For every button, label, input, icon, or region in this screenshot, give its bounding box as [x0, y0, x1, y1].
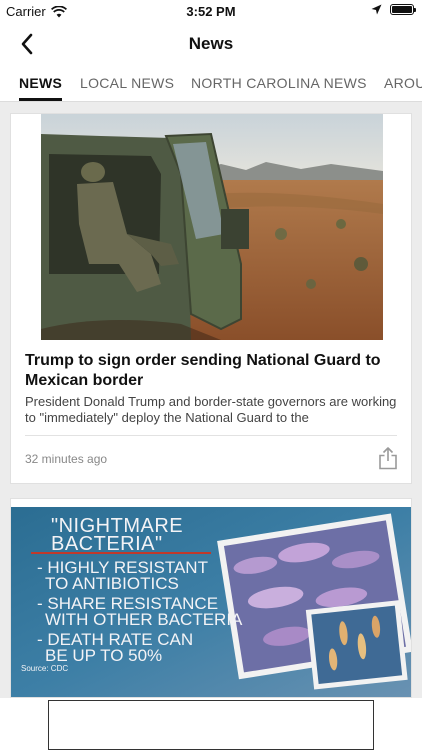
- ad-area: [0, 698, 422, 750]
- graphic-source: Source: CDC: [21, 664, 69, 673]
- graphic-item-3-line-2: BE UP TO 50%: [45, 646, 163, 665]
- graphic-item-1-line-2: TO ANTIBIOTICS: [45, 574, 179, 593]
- article-timestamp: 32 minutes ago: [25, 452, 108, 466]
- page-title: News: [188, 34, 234, 53]
- category-tab-bar: NEWS LOCAL NEWS NORTH CAROLINA NEWS AROU: [0, 66, 422, 102]
- graphic-item-2-line-2: WITH OTHER BACTERIA: [45, 610, 243, 629]
- tab-news[interactable]: NEWS: [19, 75, 62, 91]
- article-headline[interactable]: Trump to sign order sending National Gua…: [25, 351, 401, 391]
- status-time: 3:52 PM: [186, 4, 236, 19]
- article-summary: President Donald Trump and border-state …: [25, 394, 397, 425]
- card-divider: [25, 435, 397, 436]
- ad-banner[interactable]: [48, 700, 374, 750]
- active-tab-indicator: [19, 98, 62, 101]
- location-arrow-icon: [371, 4, 382, 15]
- navigation-bar: News: [0, 22, 422, 66]
- status-right: [371, 4, 416, 15]
- share-icon[interactable]: [377, 446, 399, 470]
- tab-north-carolina-news[interactable]: NORTH CAROLINA NEWS: [191, 75, 367, 91]
- article-photo-2[interactable]: "NIGHTMARE BACTERIA" - HIGHLY RESISTANT …: [11, 507, 411, 697]
- status-bar: Carrier 3:52 PM: [0, 0, 422, 22]
- battery-icon: [390, 4, 416, 15]
- article-photo[interactable]: [41, 114, 383, 340]
- graphic-title-line-2: BACTERIA": [51, 533, 163, 555]
- tab-local-news[interactable]: LOCAL NEWS: [80, 75, 174, 91]
- article-card-2[interactable]: "NIGHTMARE BACTERIA" - HIGHLY RESISTANT …: [10, 498, 412, 698]
- article-card[interactable]: Trump to sign order sending National Gua…: [10, 113, 412, 484]
- tab-around[interactable]: AROU: [384, 75, 422, 91]
